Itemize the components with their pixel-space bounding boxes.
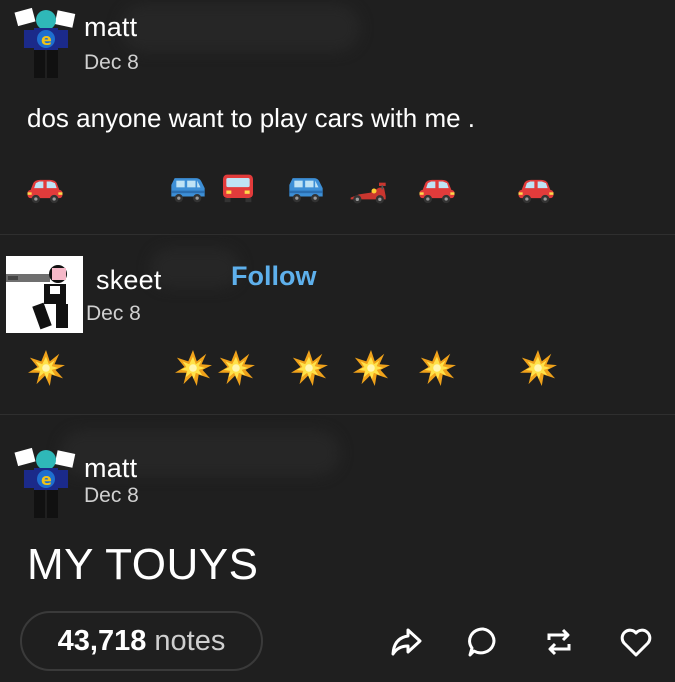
post-text: MY TOUYS [27, 540, 259, 589]
post-divider [0, 414, 675, 415]
blur-smudge [120, 4, 360, 52]
avatar[interactable]: e [12, 446, 80, 528]
collision-icon [419, 350, 456, 386]
collision-icon [175, 350, 212, 386]
reply-icon[interactable] [465, 624, 501, 660]
collision-icon [218, 350, 255, 386]
svg-text:e: e [41, 30, 52, 49]
collision-icon [291, 350, 328, 386]
reblog-icon[interactable] [541, 624, 577, 660]
blur-smudge [150, 248, 240, 288]
notes-count: 43,718 [57, 624, 147, 657]
post-text: dos anyone want to play cars with me . [27, 103, 476, 133]
follow-button[interactable]: Follow [231, 261, 316, 292]
red-car-icon [27, 179, 63, 204]
race-car-icon [350, 182, 386, 204]
red-bus-icon [223, 174, 253, 203]
collision-icon [28, 350, 65, 386]
notes-label: notes [154, 624, 226, 657]
post-divider [0, 234, 675, 235]
red-car-icon [419, 179, 455, 204]
author-name[interactable]: skeet [96, 265, 162, 296]
blue-suv-icon [289, 178, 323, 203]
avatar[interactable]: e [12, 6, 80, 88]
notes-button[interactable]: 43,718 notes [20, 611, 263, 671]
red-car-icon [518, 179, 554, 204]
author-name[interactable]: matt [84, 12, 137, 43]
avatar[interactable] [6, 256, 83, 333]
author-name[interactable]: matt [84, 453, 137, 484]
svg-text:e: e [41, 470, 52, 489]
blue-suv-icon [171, 178, 205, 203]
collision-icon [353, 350, 390, 386]
share-icon[interactable] [388, 624, 424, 660]
collision-icon [520, 350, 557, 386]
post-date: Dec 8 [84, 484, 139, 507]
post-date: Dec 8 [84, 51, 139, 74]
like-icon[interactable] [618, 624, 654, 660]
post-date: Dec 8 [86, 302, 141, 325]
